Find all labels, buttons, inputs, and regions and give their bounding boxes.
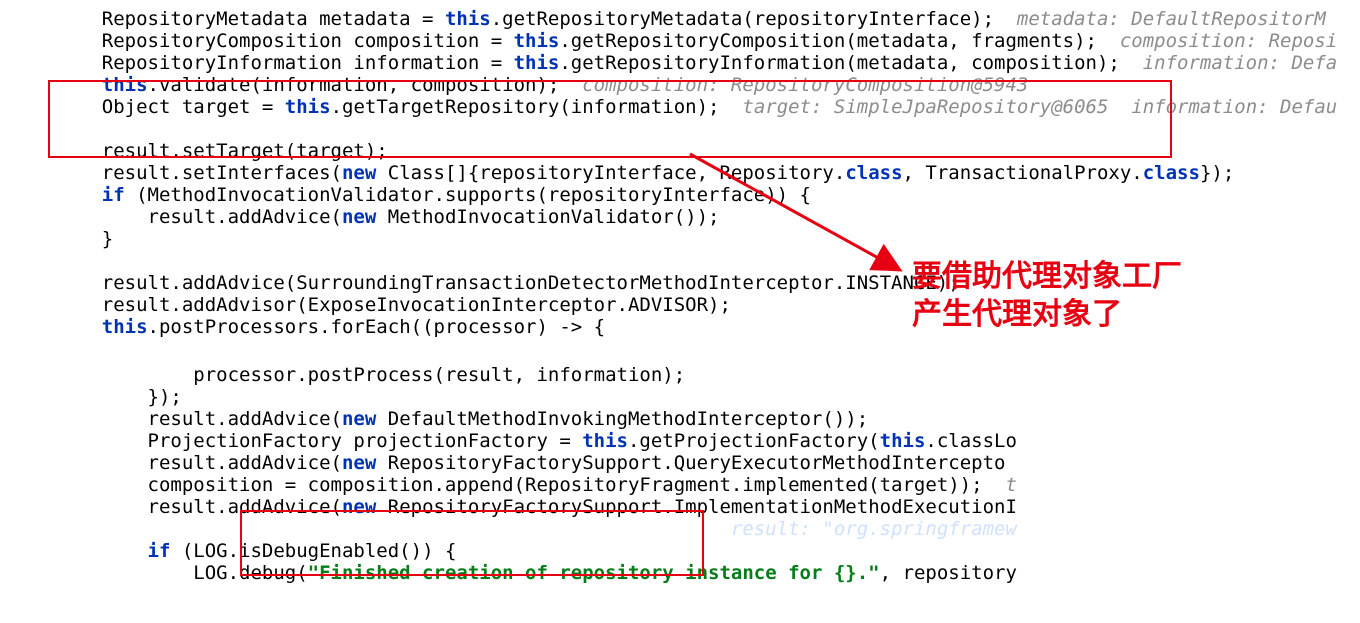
code-line[interactable]: result.addAdvice(new DefaultMethodInvoki…: [56, 408, 1360, 430]
code-line[interactable]: result.addAdvice(new RepositoryFactorySu…: [56, 496, 1360, 518]
code-line[interactable]: composition = composition.append(Reposit…: [56, 474, 1360, 496]
code-line[interactable]: if (LOG.isDebugEnabled()) {: [56, 540, 1360, 562]
editor-gutter: [0, 0, 50, 623]
code-line[interactable]: RepositoryComposition composition = this…: [56, 30, 1360, 52]
code-line[interactable]: T repository = result.getProxy(this.clas…: [56, 518, 1360, 540]
code-line[interactable]: Object target = this.getTargetRepository…: [56, 96, 1360, 118]
code-line[interactable]: this.validate(information, composition);…: [56, 74, 1360, 96]
code-line[interactable]: [56, 250, 1360, 272]
code-line[interactable]: result.addAdvisor(ExposeInvocationInterc…: [56, 294, 1360, 316]
code-line[interactable]: ProjectionFactory projectionFactory = th…: [56, 430, 1360, 452]
code-line[interactable]: ProxyFactory result = new ProxyFactory()…: [56, 118, 1360, 140]
code-line[interactable]: LOG.debug("Finished creation of reposito…: [56, 562, 1360, 584]
code-line[interactable]: result.setInterfaces(new Class[]{reposit…: [56, 162, 1360, 184]
code-line[interactable]: result.addAdvice(SurroundingTransactionD…: [56, 272, 1360, 294]
code-line[interactable]: this.postProcessors.forEach((processor) …: [56, 316, 1360, 338]
code-line[interactable]: result.setTarget(target);: [56, 140, 1360, 162]
code-line[interactable]: result.addAdvice(new RepositoryFactorySu…: [56, 452, 1360, 474]
code-line[interactable]: if (MethodInvocationValidator.supports(r…: [56, 184, 1360, 206]
code-line[interactable]: RepositoryMetadata metadata = this.getRe…: [56, 8, 1360, 30]
code-line[interactable]: });: [56, 386, 1360, 408]
code-line[interactable]: result.addAdvice(new MethodInvocationVal…: [56, 206, 1360, 228]
code-line[interactable]: processor.postProcess(result, informatio…: [56, 364, 1360, 386]
code-line[interactable]: RepositoryInformation information = this…: [56, 52, 1360, 74]
code-line[interactable]: }: [56, 228, 1360, 250]
